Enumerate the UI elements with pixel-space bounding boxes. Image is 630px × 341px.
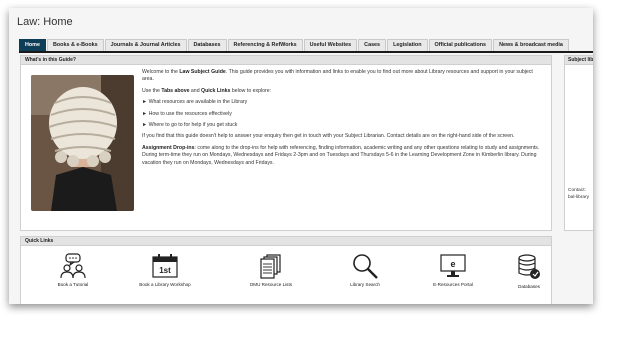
- tab-bar: Home Books & e-Books Journals & Journal …: [19, 39, 593, 53]
- monitor-badge: e: [450, 259, 455, 269]
- use-bold-links: Quick Links: [201, 87, 231, 94]
- quick-link-label: E-Resources Portal: [433, 282, 473, 287]
- dropins-text: : come along to the drop-ins for help wi…: [142, 144, 540, 166]
- barrister-wig-photo: [31, 75, 134, 211]
- tab-books-ebooks[interactable]: Books & e-Books: [46, 39, 104, 51]
- quick-link-eresources-portal[interactable]: e E-Resources Portal: [415, 253, 491, 287]
- use-paragraph: Use the Tabs above and Quick Links below…: [142, 88, 546, 95]
- contact-label: Contact:: [568, 188, 586, 193]
- use-bold-tabs: Tabs above: [161, 87, 190, 94]
- dropins-bold: Assignment Drop-ins: [142, 144, 195, 151]
- use-suffix: below to explore:: [230, 87, 272, 94]
- sidebar-contact: Contact: bal-library: [568, 187, 589, 201]
- quick-link-label: Book a Tutorial: [57, 282, 89, 287]
- bullet-item: ► Where to go to for help if you get stu…: [142, 122, 238, 129]
- document-icon: [260, 254, 281, 279]
- bullet-item: ► How to use the resources effectively: [142, 110, 232, 117]
- tab-home[interactable]: Home: [19, 39, 46, 51]
- quick-link-book-tutorial[interactable]: Book a Tutorial: [35, 253, 111, 287]
- quick-link-library-workshop[interactable]: 1st Book a Library Workshop: [127, 253, 203, 287]
- tab-journals[interactable]: Journals & Journal Articles: [104, 39, 187, 51]
- tab-useful-websites[interactable]: Useful Websites: [303, 39, 358, 51]
- page-title: Law: Home: [17, 16, 73, 28]
- quick-link-label: Databases: [518, 284, 540, 289]
- guide-heading: What's in this Guide?: [21, 56, 551, 65]
- tab-cases[interactable]: Cases: [358, 39, 387, 51]
- guide-text: Welcome to the Law Subject Guide. This g…: [142, 69, 546, 171]
- search-icon: [353, 254, 378, 279]
- quick-link-resource-lists[interactable]: DMU Resource Lists: [233, 253, 309, 287]
- browser-screenshot: Law: Home Home Books & e-Books Journals …: [9, 8, 593, 304]
- dropins-paragraph: Assignment Drop-ins: come along to the d…: [142, 145, 546, 167]
- quick-link-label: DMU Resource Lists: [249, 282, 293, 287]
- tab-official-publications[interactable]: Official publications: [428, 39, 493, 51]
- quick-link-label: Library Search: [350, 282, 380, 287]
- people-chat-icon: [60, 253, 86, 279]
- tab-referencing[interactable]: Referencing & RefWorks: [227, 39, 303, 51]
- quick-links-panel: Quick Links Book a Tutorial 1st Book a L…: [20, 236, 552, 304]
- calendar-badge: 1st: [159, 266, 171, 275]
- quick-link-library-search[interactable]: Library Search: [327, 253, 403, 287]
- quick-link-label: Book a Library Workshop: [139, 282, 191, 287]
- use-mid: and: [189, 87, 202, 94]
- calendar-icon: 1st: [152, 254, 178, 278]
- sidebar-heading: Subject lib: [565, 56, 593, 65]
- bullet-item: ► What resources are available in the Li…: [142, 99, 248, 106]
- intro-paragraph: Welcome to the Law Subject Guide. This g…: [142, 69, 546, 84]
- tab-legislation[interactable]: Legislation: [387, 39, 428, 51]
- intro-prefix: Welcome to the: [142, 69, 180, 75]
- database-icon: [518, 254, 540, 279]
- use-prefix: Use the: [142, 87, 162, 94]
- quick-link-databases[interactable]: Databases: [491, 253, 567, 289]
- tab-databases[interactable]: Databases: [187, 39, 227, 51]
- subject-librarian-panel: Subject lib Contact: bal-library: [564, 55, 593, 231]
- guide-panel: What's in this Guide? Welcome to the Law…: [20, 55, 552, 231]
- contact-email[interactable]: bal-library: [568, 194, 589, 201]
- quick-links-heading: Quick Links: [21, 237, 551, 246]
- monitor-icon: e: [440, 254, 466, 277]
- intro-bold: Law Subject Guide: [179, 69, 226, 75]
- help-paragraph: If you find that this guide doesn't help…: [142, 133, 515, 140]
- tab-news-media[interactable]: News & broadcast media: [493, 39, 569, 51]
